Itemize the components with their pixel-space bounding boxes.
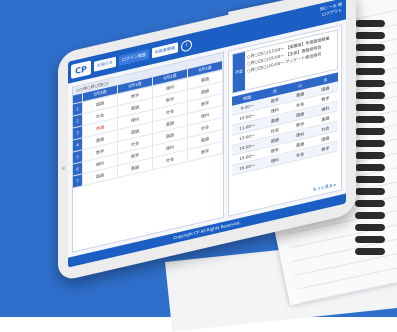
timetable-grid: 5月3週 6月1週 6月2週 6月3週 1 国語 数学 理科 英語 2 社会 英語 数学 国語 3 休講 理科社… — [73, 60, 223, 189]
more-link[interactable]: もっと見る ▸ — [313, 182, 336, 193]
timetable-panel: ○○年○月○日(○) 5月3週 6月1週 6月2週 6月3週 1 国語 数学 理科 英語 2 社会英… — [72, 51, 224, 253]
tablet-screen: CP お知らせ ログイン履歴 利用者情報 i 田○ 一太 様 ログアウト ○○年… — [68, 0, 346, 268]
nav-button-profile[interactable]: 利用者情報 — [151, 42, 178, 59]
nav-button-history[interactable]: ログイン履歴 — [118, 49, 149, 66]
nav-button-notice[interactable]: お知らせ — [94, 56, 116, 72]
timetable-period: 7 — [73, 174, 83, 189]
notice-label: 予定 — [233, 51, 245, 93]
tablet: CP お知らせ ログイン履歴 利用者情報 i 田○ 一太 様 ログアウト ○○年… — [0, 0, 397, 317]
tablet-frame: CP お知らせ ログイン履歴 利用者情報 i 田○ 一太 様 ログアウト ○○年… — [58, 0, 356, 282]
app-logo[interactable]: CP — [71, 60, 91, 79]
camera-icon — [62, 166, 65, 171]
info-icon[interactable]: i — [180, 38, 192, 53]
schedule-panel: 予定 ○月○日(○)13:00〜 【保護者】年度面談開催 ○月○日(○)15:00… — [228, 24, 342, 217]
user-info: 田○ 一太 様 ログアウト — [320, 1, 342, 18]
